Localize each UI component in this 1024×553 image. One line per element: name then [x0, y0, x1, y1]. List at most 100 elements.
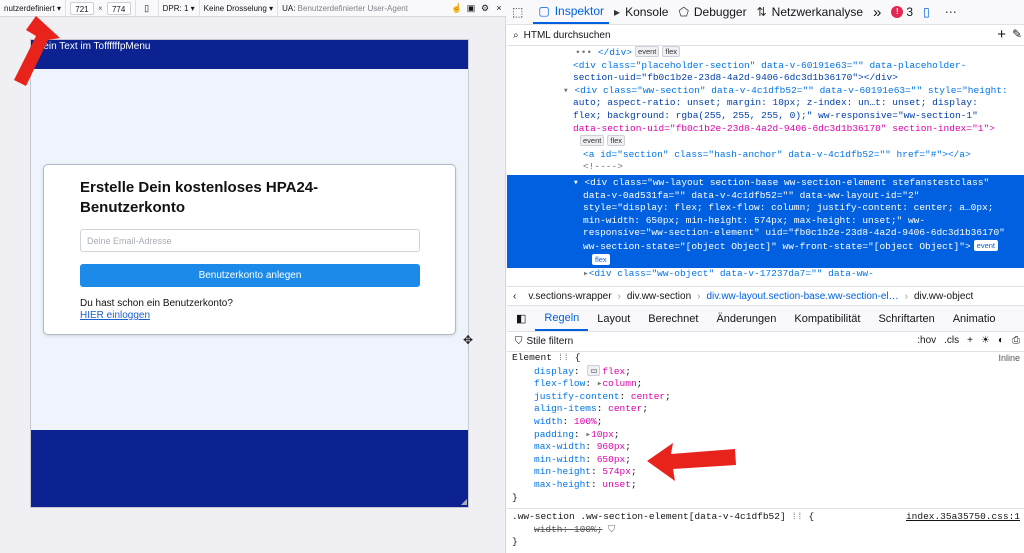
class-toggle[interactable]: .cls: [944, 335, 959, 346]
eyedropper-icon[interactable]: ✎: [1012, 27, 1022, 41]
tab-animations[interactable]: Animatio: [944, 306, 1005, 331]
markup-view: ••• </div> event flex <div class="placehol…: [507, 46, 1024, 286]
markup-line[interactable]: ▸<div class="ww-object" data-v-17237da7=…: [507, 268, 1024, 281]
screenshot-icon[interactable]: ▣: [464, 3, 478, 14]
breadcrumb-item-selected[interactable]: div.ww-layout.section-base.ww-section-el…: [701, 291, 905, 302]
element-picker[interactable]: ⬚: [507, 0, 533, 24]
screen: nutzerdefiniert ▾ 721 × 774 ▯ DPR: 1 ▾ K…: [0, 0, 1024, 553]
declaration[interactable]: justify-content: center;: [512, 391, 1024, 404]
selected-node[interactable]: ▾ <div class="ww-layout section-base ww-…: [507, 174, 1024, 269]
devtools-menu[interactable]: ⋯: [940, 0, 967, 24]
tab-label: Debugger: [693, 5, 747, 19]
red-arrow-annotation: [14, 16, 60, 86]
height-input[interactable]: 774: [106, 1, 131, 15]
tab-compatibility[interactable]: Kompatibilität: [785, 306, 869, 331]
grid-icon: ⁞⁞: [557, 352, 570, 363]
devtools-toolbar: ⬚ ▢ Inspektor ▸ Konsole ⬠ Debugger ⇅ Netzwer…: [507, 0, 1024, 25]
flex-badge[interactable]: flex: [592, 253, 610, 265]
filter-icon[interactable]: ⛉: [608, 524, 615, 535]
login-link[interactable]: HIER einloggen: [80, 310, 150, 321]
touch-simulation-icon[interactable]: ☝: [450, 3, 464, 14]
flex-inspector-icon[interactable]: ▭: [587, 364, 601, 376]
page-viewport: Mein Text im ToffffffpMenu Erstelle Dein…: [31, 40, 468, 507]
collapse-arrow-icon[interactable]: ▾: [573, 177, 579, 188]
tab-inspector[interactable]: ▢ Inspektor: [533, 0, 610, 24]
event-badge[interactable]: event: [973, 239, 999, 251]
user-agent-field[interactable]: UA: Benutzerdefinierter User-Agent: [278, 0, 450, 16]
markup-line[interactable]: event flex: [507, 135, 1024, 149]
throttle-selector[interactable]: Keine Drosselung ▾: [200, 0, 279, 16]
top-menu-band: Mein Text im ToffffffpMenu: [31, 40, 468, 69]
move-cursor-icon: ✥: [463, 333, 474, 347]
add-rule-icon[interactable]: +: [967, 335, 973, 346]
error-icon: !: [891, 6, 904, 18]
dock-toggle[interactable]: ▯: [918, 0, 940, 24]
red-arrow-annotation-2: [647, 443, 736, 481]
declaration[interactable]: padding: ▸10px;: [512, 429, 1024, 442]
rule-selector: Element: [512, 352, 552, 363]
markup-line[interactable]: <div class="placeholder-section" data-v-…: [507, 60, 1024, 73]
event-badge[interactable]: event: [635, 46, 660, 57]
tab-debugger[interactable]: ⬠ Debugger: [673, 0, 751, 24]
flex-badge[interactable]: flex: [662, 46, 681, 57]
markup-line[interactable]: <!---->: [507, 161, 1024, 174]
markup-line[interactable]: auto; aspect-ratio: unset; margin: 10px;…: [507, 97, 1024, 110]
error-counter[interactable]: ! 3: [886, 0, 918, 24]
markup-line[interactable]: <a id="section" class="hash-anchor" data…: [507, 149, 1024, 162]
tab-label: Inspektor: [554, 4, 605, 18]
toggle-sidebar-icon[interactable]: ◧: [507, 306, 535, 331]
declaration[interactable]: max-width: 960px;: [512, 441, 1024, 454]
debugger-icon: ⬠: [678, 5, 689, 19]
breadcrumb-back-icon[interactable]: ‹: [507, 291, 522, 302]
event-badge[interactable]: event: [580, 135, 605, 147]
dark-theme-icon[interactable]: ◐: [998, 335, 1004, 346]
tab-fonts[interactable]: Schriftarten: [869, 306, 943, 331]
breadcrumb-item[interactable]: div.ww-section: [621, 291, 697, 302]
breadcrumb-item[interactable]: v.sections-wrapper: [522, 291, 617, 302]
markup-line[interactable]: flex; background: rgba(255, 255, 255, 0)…: [507, 110, 1024, 123]
rotate-button[interactable]: ▯: [136, 0, 159, 16]
declaration[interactable]: max-height: unset;: [512, 479, 1024, 492]
stylesheet-link[interactable]: index.35a35750.css:1: [906, 511, 1020, 524]
tab-computed[interactable]: Berechnet: [639, 306, 707, 331]
flex-badge[interactable]: flex: [607, 135, 626, 147]
declaration[interactable]: width: 100%;: [512, 416, 1024, 429]
html-search-input[interactable]: HTML durchsuchen: [524, 30, 611, 41]
declaration[interactable]: min-width: 650px;: [512, 454, 1024, 467]
declaration-overridden[interactable]: width: 100%; ⛉: [512, 524, 1024, 537]
tab-layout[interactable]: Layout: [588, 306, 639, 331]
network-icon: ⇅: [756, 5, 767, 19]
close-icon[interactable]: ×: [492, 3, 506, 13]
tab-console[interactable]: ▸ Konsole: [609, 0, 673, 24]
styles-filter-input[interactable]: Stile filtern: [527, 336, 574, 347]
device-label: nutzerdefiniert: [4, 3, 55, 13]
dpr-selector[interactable]: DPR: 1 ▾: [159, 0, 200, 16]
declaration[interactable]: min-height: 574px;: [512, 466, 1024, 479]
declaration[interactable]: display: ▭ flex;: [512, 364, 1024, 379]
more-tabs-button[interactable]: »: [868, 0, 886, 24]
hover-state-toggle[interactable]: :hov: [917, 335, 936, 346]
rule-close: }: [512, 491, 518, 503]
tab-changes[interactable]: Änderungen: [707, 306, 785, 331]
breadcrumb-item[interactable]: div.ww-object: [908, 291, 979, 302]
width-input[interactable]: 721: [69, 1, 94, 15]
light-theme-icon[interactable]: ☀: [981, 335, 990, 346]
declaration[interactable]: align-items: center;: [512, 403, 1024, 416]
print-media-icon[interactable]: ⎙: [1012, 335, 1020, 346]
resize-handle-icon[interactable]: ◢: [461, 497, 467, 506]
create-account-button[interactable]: Benutzerkonto anlegen: [80, 264, 420, 287]
tab-rules[interactable]: Regeln: [535, 306, 589, 331]
html-search-bar[interactable]: ⌕ HTML durchsuchen + ✎: [507, 25, 1024, 46]
tab-label: Netzwerkanalyse: [771, 5, 864, 19]
markup-line[interactable]: ▾ <div class="ww-section" data-v-4c1dfb5…: [507, 85, 1024, 98]
add-node-icon[interactable]: +: [997, 26, 1006, 43]
markup-line[interactable]: section-uid="fb0c1b2e-23d8-4a2d-9406-6dc…: [507, 72, 1024, 85]
email-input[interactable]: [80, 229, 420, 252]
expand-arrow-icon[interactable]: ▾: [563, 85, 569, 96]
ua-value: Benutzerdefinierter User-Agent: [297, 3, 408, 13]
declaration[interactable]: flex-flow: ▸column;: [512, 378, 1024, 391]
gear-icon[interactable]: ⚙: [478, 3, 492, 14]
markup-line[interactable]: data-section-uid="fb0c1b2e-23d8-4a2d-940…: [507, 123, 1024, 136]
tab-network[interactable]: ⇅ Netzwerkanalyse: [752, 0, 868, 24]
markup-line[interactable]: ••• </div> event flex: [507, 46, 1024, 60]
